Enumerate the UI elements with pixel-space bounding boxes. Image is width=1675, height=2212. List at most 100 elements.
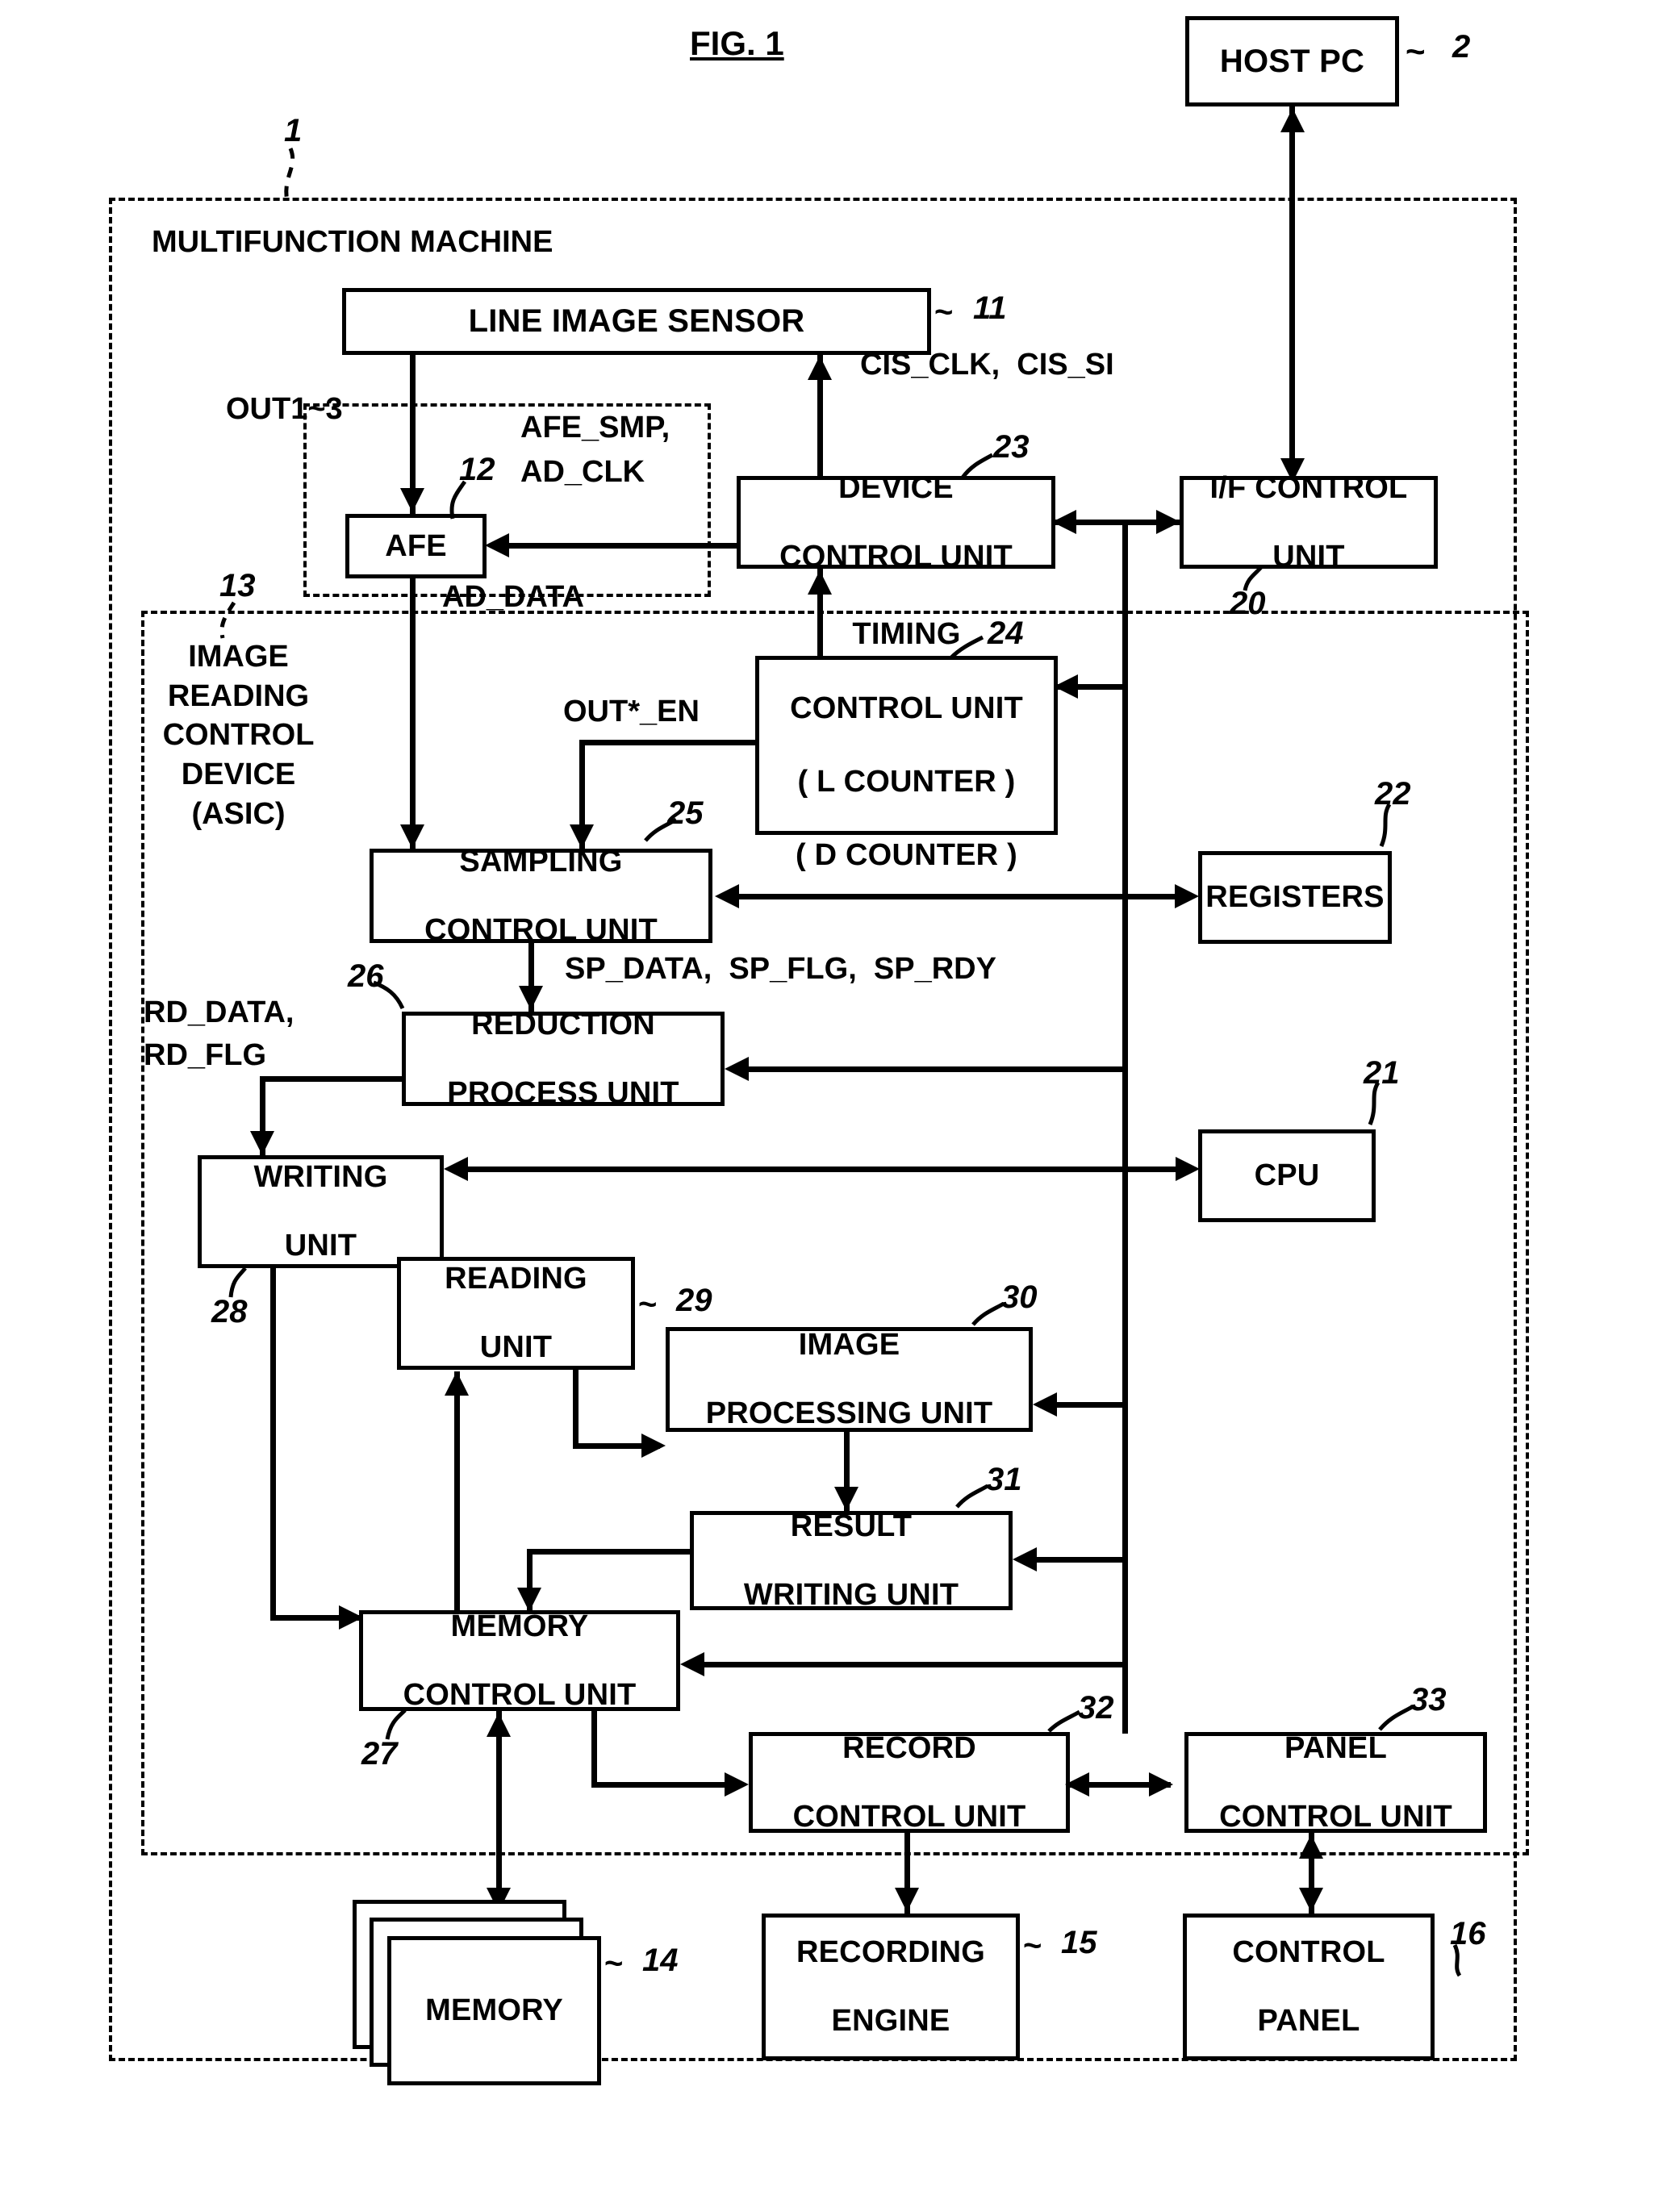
arrowhead-to-writing-right bbox=[444, 1157, 468, 1181]
block-control-panel-label: CONTROL PANEL bbox=[1187, 1935, 1431, 2039]
leader-line-23 bbox=[960, 453, 994, 479]
block-writing-unit: WRITING UNIT bbox=[198, 1155, 444, 1268]
line-out-en-horizontal bbox=[579, 740, 757, 745]
block-image-processing-unit: IMAGE PROCESSING UNIT bbox=[666, 1327, 1033, 1432]
block-control-panel-line-1: PANEL bbox=[1257, 2004, 1360, 2039]
block-cpu: CPU bbox=[1198, 1129, 1376, 1222]
line-reading-down bbox=[573, 1370, 579, 1449]
leader-line-20 bbox=[1243, 565, 1264, 591]
block-sampling-control-unit-line-1: CONTROL UNIT bbox=[424, 912, 658, 947]
signal-afe-smp: AFE_SMP, bbox=[520, 411, 670, 444]
ref-number-15: 15 bbox=[1061, 1925, 1097, 1960]
block-device-control-unit-line-1: CONTROL UNIT bbox=[779, 539, 1013, 574]
leader-line-28 bbox=[228, 1267, 247, 1298]
block-host-pc-label: HOST PC bbox=[1219, 43, 1365, 79]
signal-ad-data: AD_DATA bbox=[442, 580, 584, 614]
block-reduction-process-unit-line-1: PROCESS UNIT bbox=[447, 1075, 679, 1110]
arrowhead-to-sampling-right bbox=[715, 884, 739, 908]
label-multifunction-machine: MULTIFUNCTION MACHINE bbox=[152, 225, 553, 259]
block-if-control-unit: I/F CONTROL UNIT bbox=[1180, 471, 1438, 574]
leader-line-30 bbox=[971, 1301, 1005, 1326]
leader-line-33 bbox=[1378, 1705, 1414, 1731]
bus-trunk-vertical bbox=[1122, 520, 1128, 1734]
line-memctrl-to-record-v bbox=[591, 1711, 597, 1788]
ref-number-11: 11 bbox=[973, 290, 1007, 326]
label-asic-line-2: CONTROL bbox=[162, 718, 315, 753]
block-memory: MEMORY bbox=[387, 1936, 601, 2085]
leader-line-27 bbox=[385, 1709, 407, 1740]
label-asic-line-0: IMAGE bbox=[188, 640, 289, 674]
block-panel-control-unit: PANEL CONTROL UNIT bbox=[1184, 1731, 1487, 1834]
arrowhead-to-reading-bottom bbox=[445, 1371, 469, 1396]
signal-ad-clk: AD_CLK bbox=[520, 455, 645, 489]
leader-line-25 bbox=[644, 817, 678, 842]
block-control-panel-line-0: CONTROL bbox=[1232, 1935, 1385, 1970]
line-memctrl-to-memory bbox=[496, 1711, 502, 1913]
block-afe-label: AFE bbox=[385, 528, 447, 563]
block-memory-control-unit: MEMORY CONTROL UNIT bbox=[359, 1609, 680, 1712]
arrowhead-to-controlpanel-top bbox=[1299, 1888, 1323, 1912]
leader-tilde-11: ~ bbox=[934, 294, 954, 330]
block-record-control-unit-line-0: RECORD bbox=[842, 1730, 976, 1765]
block-timing-control-unit-line-2: ( L COUNTER ) bbox=[797, 764, 1016, 799]
arrowhead-to-reduction-top bbox=[519, 986, 543, 1010]
block-recording-engine: RECORDING ENGINE bbox=[762, 1914, 1020, 2060]
arrowhead-to-reduction-right bbox=[725, 1057, 749, 1081]
block-record-control-unit-label: RECORD CONTROL UNIT bbox=[753, 1731, 1066, 1834]
line-writing-cpu bbox=[452, 1167, 1188, 1172]
block-memory-label: MEMORY bbox=[425, 1993, 563, 2028]
block-if-control-unit-line-1: UNIT bbox=[1272, 539, 1345, 574]
ref-number-14: 14 bbox=[642, 1943, 679, 1978]
block-memory-control-unit-line-0: MEMORY bbox=[450, 1609, 589, 1643]
arrowhead-to-cpu-left bbox=[1176, 1157, 1200, 1181]
label-asic-line-4: (ASIC) bbox=[191, 796, 286, 831]
block-image-processing-unit-label: IMAGE PROCESSING UNIT bbox=[670, 1328, 1029, 1431]
line-memctrl-to-reading bbox=[454, 1371, 460, 1621]
arrowhead-to-device-bottom bbox=[808, 570, 832, 595]
block-reduction-process-unit: REDUCTION PROCESS UNIT bbox=[402, 1008, 725, 1110]
block-writing-unit-label: WRITING UNIT bbox=[202, 1160, 440, 1263]
leader-line-24 bbox=[949, 635, 984, 660]
leader-tilde-2: ~ bbox=[1406, 32, 1426, 70]
arrowhead-to-imgproc-left bbox=[641, 1434, 666, 1458]
leader-tilde-14: ~ bbox=[604, 1946, 624, 1981]
label-asic: IMAGE READING CONTROL DEVICE (ASIC) bbox=[152, 637, 325, 833]
label-asic-line-1: READING bbox=[167, 678, 310, 713]
line-bus-to-reduction bbox=[734, 1066, 1125, 1072]
block-cpu-label: CPU bbox=[1254, 1158, 1320, 1193]
block-line-image-sensor-label: LINE IMAGE SENSOR bbox=[468, 303, 805, 340]
arrowhead-to-memctrl-bottom bbox=[487, 1713, 511, 1737]
block-reading-unit-line-1: UNIT bbox=[479, 1330, 553, 1365]
block-sampling-control-unit-label: SAMPLING CONTROL UNIT bbox=[374, 845, 708, 948]
leader-line-21 bbox=[1368, 1081, 1381, 1125]
block-device-control-unit: DEVICE CONTROL UNIT bbox=[737, 471, 1055, 574]
block-control-panel: CONTROL PANEL bbox=[1183, 1914, 1435, 2060]
block-recording-engine-label: RECORDING ENGINE bbox=[766, 1935, 1016, 2039]
figure-title: FIG. 1 bbox=[690, 24, 784, 62]
block-reading-unit-label: READING UNIT bbox=[401, 1262, 631, 1365]
block-registers-label: REGISTERS bbox=[1205, 880, 1385, 915]
arrowhead-to-sensor bbox=[808, 356, 832, 380]
leader-line-22 bbox=[1379, 803, 1392, 847]
ref-number-29: 29 bbox=[676, 1283, 712, 1318]
block-reading-unit: READING UNIT bbox=[397, 1257, 635, 1370]
arrowhead-to-panel-left bbox=[1149, 1772, 1173, 1797]
signal-rd-data: RD_DATA, bbox=[144, 995, 294, 1029]
block-result-writing-unit-line-1: WRITING UNIT bbox=[743, 1577, 959, 1612]
block-record-control-unit-line-1: CONTROL UNIT bbox=[792, 1799, 1026, 1834]
arrowhead-to-registers-left bbox=[1175, 884, 1199, 908]
arrowhead-to-memctrl-right bbox=[680, 1652, 704, 1676]
line-memctrl-to-record-h bbox=[591, 1782, 736, 1788]
block-recording-engine-line-1: ENGINE bbox=[831, 2004, 950, 2039]
leader-line-31 bbox=[955, 1484, 989, 1509]
leader-line-1 bbox=[284, 148, 295, 206]
signal-cis: CIS_CLK, CIS_SI bbox=[860, 348, 1114, 382]
block-if-control-unit-line-0: I/F CONTROL bbox=[1209, 470, 1408, 505]
leader-tilde-15: ~ bbox=[1023, 1928, 1042, 1964]
arrowhead-to-engine-top bbox=[895, 1888, 919, 1912]
arrowhead-to-timing-right bbox=[1054, 674, 1078, 699]
line-sampling-registers bbox=[723, 894, 1187, 899]
arrowhead-to-record-right bbox=[1065, 1772, 1089, 1797]
line-device-to-afe bbox=[497, 543, 737, 549]
block-registers: REGISTERS bbox=[1198, 851, 1392, 944]
